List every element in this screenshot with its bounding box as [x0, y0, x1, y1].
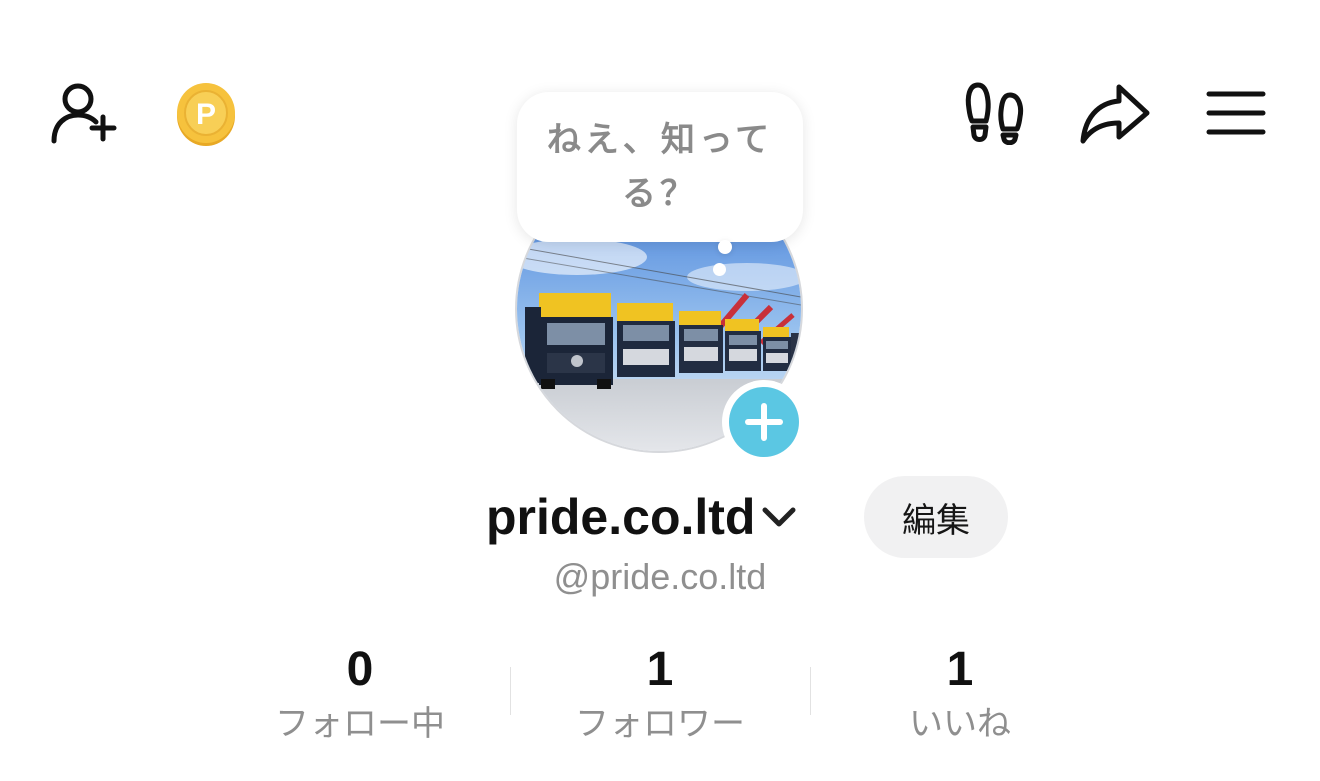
- stat-likes-value: 1: [946, 643, 974, 696]
- stat-followers[interactable]: 1 フォロワー: [510, 640, 810, 750]
- stats-divider: [810, 667, 811, 715]
- chevron-down-icon: [761, 505, 797, 529]
- stat-likes[interactable]: 1 いいね: [810, 640, 1110, 750]
- add-avatar-circle: [729, 387, 799, 457]
- add-avatar-button[interactable]: [722, 380, 806, 464]
- plus-icon: [745, 403, 783, 441]
- stats-divider: [510, 667, 511, 715]
- profile-stats: 0 フォロー中 1 フォロワー 1 いいね: [210, 640, 1110, 750]
- coin-letter: P: [196, 98, 216, 131]
- stat-followers-label: フォロワー: [575, 704, 745, 744]
- edit-profile-button[interactable]: 編集: [864, 476, 1008, 558]
- stat-following-label: フォロー中: [275, 704, 445, 744]
- footprints-icon[interactable]: [962, 80, 1028, 146]
- speech-bubble-text: ねえ、知ってる？: [546, 120, 774, 214]
- share-icon[interactable]: [1078, 80, 1152, 146]
- stat-likes-label: いいね: [909, 704, 1011, 744]
- menu-icon[interactable]: [1204, 86, 1268, 140]
- profile-name: pride.co.ltd: [486, 489, 756, 545]
- stat-followers-value: 1: [646, 643, 674, 696]
- account-switcher[interactable]: pride.co.ltd: [486, 487, 797, 547]
- add-friend-icon[interactable]: [46, 78, 122, 146]
- speech-bubble[interactable]: ねえ、知ってる？: [517, 92, 803, 242]
- coin-icon[interactable]: P: [174, 80, 238, 148]
- speech-bubble-tail: [718, 240, 732, 254]
- speech-bubble-tail-dot: [713, 263, 726, 276]
- stat-following[interactable]: 0 フォロー中: [210, 640, 510, 750]
- profile-screen: P ねえ、知ってる？ pride.co.ltd 編集 @pride.co.ltd…: [0, 0, 1320, 781]
- profile-handle: @pride.co.ltd: [553, 556, 767, 597]
- stat-following-value: 0: [346, 643, 374, 696]
